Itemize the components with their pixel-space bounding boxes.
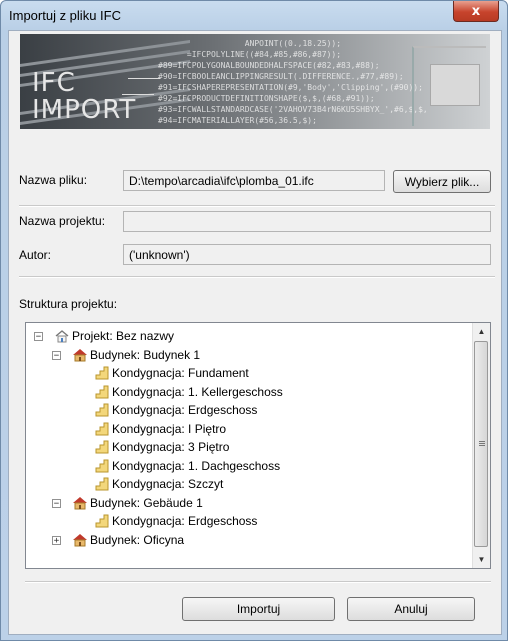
author-label: Autor: [19,248,52,262]
structure-label: Struktura projektu: [19,297,118,311]
tree-node[interactable]: Kondygnacja: Erdgeschoss [26,401,466,420]
floor-icon [94,439,110,455]
floor-icon [94,476,110,492]
tree-node-label: Budynek: Oficyna [90,532,185,547]
tree-node[interactable]: Kondygnacja: 3 Piętro [26,438,466,457]
floor-icon [94,421,110,437]
floor-icon [94,458,110,474]
collapse-icon[interactable]: − [52,350,61,360]
tree-node-label: Kondygnacja: Szczyt [112,477,224,491]
tree-node-label: Kondygnacja: Erdgeschoss [112,403,258,417]
building-icon [72,495,88,511]
floor-icon [94,384,110,400]
tree-scrollbar[interactable]: ▲ ▼ [472,323,490,568]
tree-node-label: Kondygnacja: 1. Kellergeschoss [112,384,283,399]
banner-logo: IFC IMPORT [32,70,136,124]
collapse-icon[interactable]: − [52,498,61,508]
import-ifc-dialog: Importuj z pliku IFC x ANPOINT((0.,18.25… [0,0,508,641]
tree-node[interactable]: Kondygnacja: 1. Kellergeschoss [26,383,466,402]
window-title: Importuj z pliku IFC [9,8,121,23]
choose-file-button[interactable]: Wybierz plik... [393,170,491,193]
tree-node-label: Projekt: Bez nazwy [72,329,175,343]
expand-icon[interactable]: + [52,535,61,545]
project-name-label: Nazwa projektu: [19,214,106,228]
import-button[interactable]: Importuj [182,597,335,621]
tree-node-label: Kondygnacja: Erdgeschoss [112,514,258,528]
banner-logo-line2: IMPORT [32,95,137,125]
author-field[interactable]: ('unknown') [123,244,491,265]
close-button[interactable]: x [453,1,499,22]
title-bar[interactable]: Importuj z pliku IFC x [1,1,507,29]
scroll-thumb[interactable] [474,341,488,547]
tree-node[interactable]: Kondygnacja: Szczyt [26,475,466,494]
close-icon: x [471,3,481,19]
tree-node-label: Kondygnacja: Fundament [112,366,249,380]
project-name-field[interactable] [123,211,491,232]
tree-node[interactable]: − Budynek: Gebäude 1 [26,494,466,513]
tree-node-label: Kondygnacja: 1. Dachgeschoss [112,458,281,473]
separator [19,276,495,278]
floor-icon [94,365,110,381]
tree-node[interactable]: − Projekt: Bez nazwy [26,327,466,346]
cancel-button[interactable]: Anuluj [347,597,475,621]
building-icon [72,532,88,548]
floor-icon [94,513,110,529]
tree-node[interactable]: − Budynek: Budynek 1 [26,346,466,365]
floor-icon [94,402,110,418]
tree-node[interactable]: Kondygnacja: Fundament [26,364,466,383]
project-structure-tree[interactable]: − Projekt: Bez nazwy − Budynek: Budynek 1 Ko… [25,322,491,569]
building-icon [72,347,88,363]
scroll-down-arrow-icon[interactable]: ▼ [473,551,490,568]
separator [25,581,491,583]
project-icon [54,328,70,344]
banner-logo-line1: IFC [32,68,76,98]
ifc-import-banner: ANPOINT((0.,18.25)); =IFCPOLYLINE((#84,#… [20,34,490,129]
tree-node[interactable]: + Budynek: Oficyna [26,531,466,550]
scroll-up-arrow-icon[interactable]: ▲ [473,323,490,340]
tree-node-label: Kondygnacja: 3 Piętro [112,440,230,454]
tree-node[interactable]: Kondygnacja: Erdgeschoss [26,512,466,531]
tree-node-label: Kondygnacja: I Piętro [112,421,227,436]
tree-node[interactable]: Kondygnacja: 1. Dachgeschoss [26,457,466,476]
collapse-icon[interactable]: − [34,332,43,342]
separator [19,205,495,207]
dialog-body: ANPOINT((0.,18.25)); =IFCPOLYLINE((#84,#… [8,30,502,635]
tree-node[interactable]: Kondygnacja: I Piętro [26,420,466,439]
file-label: Nazwa pliku: [19,173,88,187]
file-path-field[interactable]: D:\tempo\arcadia\ifc\plomba_01.ifc [123,170,385,191]
tree-node-label: Budynek: Gebäude 1 [90,495,203,510]
banner-code-text: ANPOINT((0.,18.25)); =IFCPOLYLINE((#84,#… [158,39,428,125]
tree-node-label: Budynek: Budynek 1 [90,347,201,362]
